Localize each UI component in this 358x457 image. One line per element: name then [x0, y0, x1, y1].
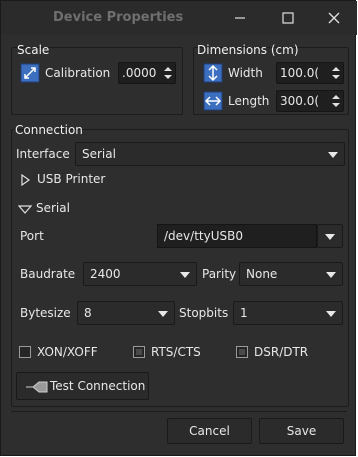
- chevron-down-icon: [158, 311, 168, 317]
- parity-value: None: [246, 267, 278, 281]
- save-label: Save: [286, 424, 317, 438]
- chevron-down-icon: [326, 272, 336, 278]
- rtscts-checkbox[interactable]: [133, 346, 145, 358]
- length-label: Length: [228, 94, 270, 108]
- baudrate-label: Baudrate: [20, 267, 76, 281]
- width-value[interactable]: 100.0(: [280, 66, 324, 80]
- spin-arrows-icon[interactable]: [162, 64, 174, 82]
- length-icon: [203, 91, 223, 111]
- chevron-down-icon: [325, 234, 335, 240]
- calibration-icon: [20, 63, 40, 83]
- usb-printer-label: USB Printer: [37, 172, 106, 186]
- width-label: Width: [228, 66, 263, 80]
- dsrdtr-checkbox[interactable]: [236, 346, 248, 358]
- cancel-label: Cancel: [189, 424, 230, 438]
- width-spinbox[interactable]: 100.0(: [276, 62, 344, 84]
- maximize-button[interactable]: [273, 5, 303, 31]
- serial-expander[interactable]: Serial: [17, 201, 117, 219]
- spin-arrows-icon[interactable]: [330, 92, 342, 110]
- scale-group-title: Scale: [17, 43, 50, 57]
- bytesize-value: 8: [84, 306, 92, 320]
- save-button[interactable]: Save: [259, 418, 344, 444]
- length-spinbox[interactable]: 300.0(: [276, 90, 344, 112]
- close-button[interactable]: [319, 5, 349, 31]
- port-label: Port: [20, 229, 44, 243]
- rtscts-label: RTS/CTS: [151, 345, 201, 359]
- bytesize-label: Bytesize: [20, 306, 71, 320]
- chevron-down-icon: [180, 272, 190, 278]
- device-properties-window: Device Properties Scale Calibration .000…: [0, 0, 357, 456]
- usb-printer-expander[interactable]: USB Printer: [19, 172, 119, 190]
- interface-label: Interface: [16, 147, 70, 161]
- parity-label: Parity: [202, 267, 237, 281]
- title-bar[interactable]: Device Properties: [1, 1, 357, 35]
- stopbits-label: Stopbits: [179, 306, 229, 320]
- connection-plug-icon: [26, 381, 48, 393]
- chevron-down-icon: [328, 152, 338, 158]
- interface-value: Serial: [82, 147, 116, 161]
- xonxoff-label: XON/XOFF: [37, 345, 98, 359]
- minimize-button[interactable]: [225, 5, 255, 31]
- footer-divider: [11, 411, 347, 412]
- calibration-value[interactable]: .0000: [122, 66, 164, 80]
- calibration-spinbox[interactable]: .0000: [118, 62, 176, 84]
- chevron-down-icon: [18, 205, 32, 214]
- spin-arrows-icon[interactable]: [330, 64, 342, 82]
- stopbits-value: 1: [240, 306, 248, 320]
- chevron-down-icon: [326, 311, 336, 317]
- serial-label: Serial: [36, 201, 70, 215]
- window-title: Device Properties: [53, 10, 184, 25]
- port-dropdown-button[interactable]: [317, 224, 343, 248]
- port-value: /dev/ttyUSB0: [164, 229, 243, 243]
- baudrate-value: 2400: [90, 267, 121, 281]
- connection-group-title: Connection: [15, 123, 83, 137]
- width-icon: [203, 63, 223, 83]
- bytesize-dropdown[interactable]: 8: [77, 301, 175, 325]
- port-input[interactable]: /dev/ttyUSB0: [157, 224, 317, 248]
- test-connection-label: Test Connection: [50, 379, 146, 393]
- xonxoff-checkbox[interactable]: [19, 346, 31, 358]
- length-value[interactable]: 300.0(: [280, 94, 324, 108]
- dsrdtr-label: DSR/DTR: [254, 345, 309, 359]
- maximize-icon: [282, 12, 294, 24]
- cancel-button[interactable]: Cancel: [167, 418, 252, 444]
- stopbits-dropdown[interactable]: 1: [233, 301, 343, 325]
- test-connection-button[interactable]: Test Connection: [16, 372, 149, 400]
- interface-dropdown[interactable]: Serial: [75, 142, 345, 166]
- calibration-label: Calibration: [45, 66, 111, 80]
- baudrate-dropdown[interactable]: 2400: [83, 262, 197, 286]
- parity-dropdown[interactable]: None: [239, 262, 343, 286]
- close-icon: [328, 12, 340, 24]
- dimensions-group-title: Dimensions (cm): [197, 43, 299, 57]
- chevron-right-icon: [21, 174, 31, 186]
- minimize-icon: [235, 17, 245, 19]
